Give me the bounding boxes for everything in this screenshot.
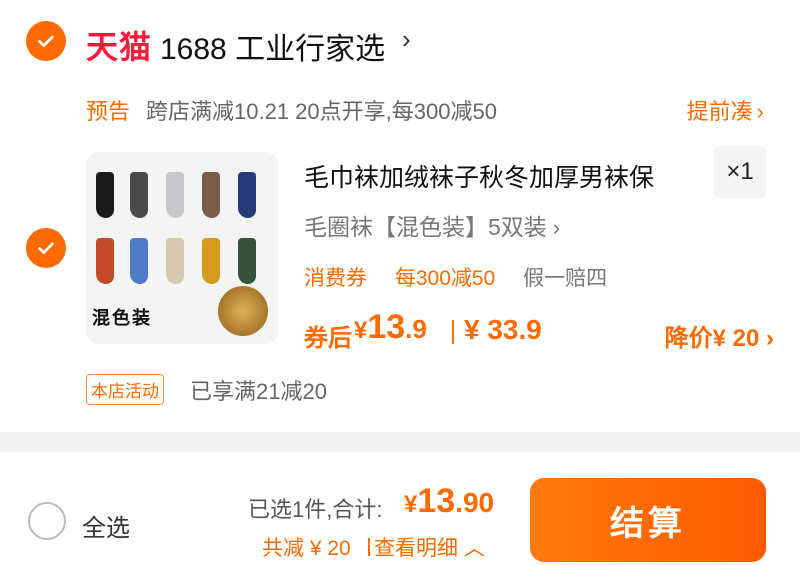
product-thumbnail[interactable]: 混色装: [86, 152, 278, 344]
thumb-caption: 混色装: [92, 308, 152, 328]
total-integer: 13: [417, 482, 456, 520]
sock-image: [166, 172, 184, 218]
select-all-checkbox[interactable]: [28, 502, 66, 540]
total-summary: 已选1件,合计: ¥13.90: [248, 482, 518, 532]
quantity-badge[interactable]: ×1: [714, 146, 766, 198]
checkmark-icon: [38, 35, 54, 47]
sock-image: [96, 172, 114, 218]
promo-tag: 预告: [86, 99, 131, 124]
after-coupon-price: ¥13.9: [354, 308, 427, 347]
currency-symbol: ¥: [354, 317, 368, 344]
item-checkbox[interactable]: [26, 228, 66, 268]
add-on-label[interactable]: 提前凑: [687, 99, 753, 124]
store-header[interactable]: 天猫 1688 工业行家选 ›: [0, 14, 800, 68]
shop-activity-text: 已享满21减20: [190, 379, 327, 404]
currency-symbol: ¥: [404, 491, 418, 518]
price-row: 券后 ¥13.9 ¥ 33.9 降价¥ 20 ›: [304, 306, 774, 356]
divider: [368, 538, 370, 556]
price-decimal: .9: [405, 314, 427, 344]
view-details-link[interactable]: 查看明细 ︿: [374, 532, 485, 562]
coupon-rule: 每300减50: [394, 267, 496, 290]
store-card: 天猫 1688 工业行家选 › 预告 跨店满减10.21 20点开享,每300减…: [0, 0, 800, 432]
sku-label[interactable]: 毛圈袜【混色装】5双装: [304, 214, 547, 240]
price-integer: 13: [367, 308, 406, 346]
store-name[interactable]: 1688 工业行家选: [160, 24, 385, 68]
checkout-bar: 全选 已选1件,合计: ¥13.90 共减 ¥ 20 查看明细 ︿ 结算: [0, 452, 800, 565]
promo-row: 预告 跨店满减10.21 20点开享,每300减50 提前凑 ›: [0, 92, 800, 128]
sku-selector[interactable]: 毛圈袜【混色装】5双装 ›: [304, 208, 560, 242]
sock-image: [130, 238, 148, 284]
after-coupon-label: 券后: [304, 325, 352, 352]
original-price: ¥ 33.9: [464, 314, 542, 345]
coupon-row: 消费券 每300减50 假一赔四: [304, 262, 629, 292]
shop-activity-tag: 本店活动: [86, 374, 164, 405]
checkmark-icon: [38, 242, 54, 254]
total-price: ¥13.90: [404, 482, 494, 521]
wool-badge-image: [218, 286, 268, 336]
chevron-right-icon[interactable]: ›: [757, 99, 764, 124]
product-title[interactable]: 毛巾袜加绒袜子秋冬加厚男袜保: [304, 158, 704, 194]
total-discount: 共减 ¥ 20: [262, 537, 351, 560]
promo-text: 跨店满减10.21 20点开享,每300减50: [146, 99, 497, 124]
guarantee-tag: 假一赔四: [523, 267, 608, 290]
sock-image: [96, 238, 114, 284]
tmall-logo: 天猫: [86, 29, 153, 65]
sock-image: [202, 238, 220, 284]
divider: [452, 320, 454, 344]
sock-image: [166, 238, 184, 284]
consumer-coupon-tag: 消费券: [304, 267, 367, 290]
total-decimal: .90: [455, 487, 495, 518]
add-on-link[interactable]: 提前凑 ›: [687, 94, 764, 126]
selected-summary: 已选1件,合计:: [248, 497, 383, 522]
price-drop-link[interactable]: 降价¥ 20 ›: [665, 318, 774, 353]
sock-image: [238, 238, 256, 284]
sock-image: [238, 172, 256, 218]
checkout-button[interactable]: 结算: [530, 478, 766, 562]
sock-image: [202, 172, 220, 218]
select-all-label[interactable]: 全选: [82, 508, 130, 543]
sock-image: [130, 172, 148, 218]
chevron-right-icon[interactable]: ›: [553, 215, 560, 240]
store-checkbox[interactable]: [26, 21, 66, 61]
chevron-right-icon[interactable]: ›: [402, 24, 411, 55]
